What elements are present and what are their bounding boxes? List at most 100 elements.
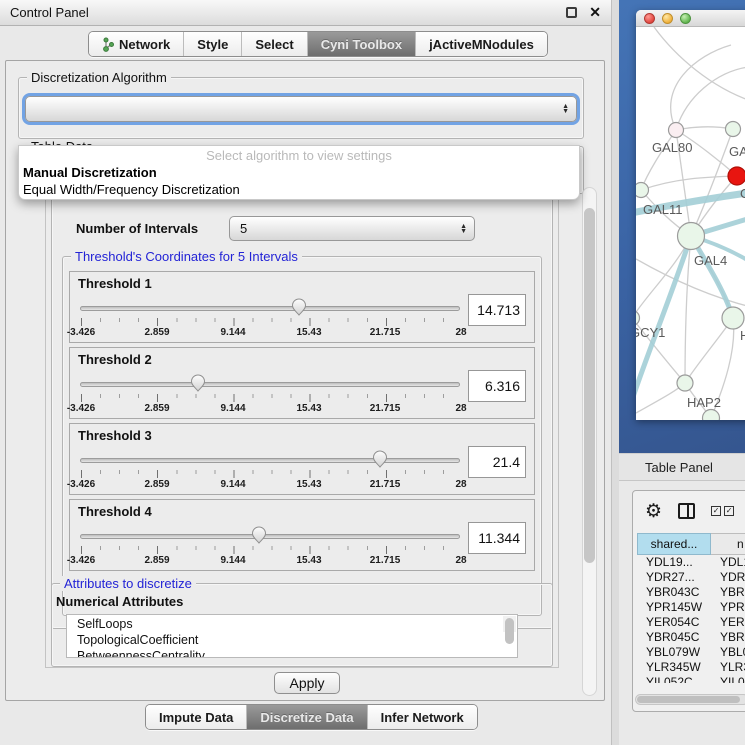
interval-definition-group: Interval Definition Number of Intervals … (51, 193, 553, 629)
select-columns-icon[interactable]: ✓ ✓ (711, 506, 734, 516)
number-of-intervals-combo[interactable]: 5 ▲▼ (229, 216, 475, 241)
column-header-name[interactable]: n (711, 533, 745, 555)
network-node[interactable] (726, 122, 741, 137)
cell-name[interactable]: YPR1 (711, 600, 745, 615)
tab-style[interactable]: Style (184, 32, 242, 56)
cell-name[interactable]: YBR0 (711, 585, 745, 600)
network-node-hap2[interactable] (677, 375, 693, 391)
slider-track[interactable] (80, 534, 460, 539)
table-row[interactable]: YDR27...YDR2 (637, 570, 745, 585)
network-node-gal80[interactable] (669, 123, 684, 138)
slider-track[interactable] (80, 306, 460, 311)
table-horizontal-scrollbar-thumb[interactable] (637, 696, 740, 703)
close-traffic-light-icon[interactable] (644, 13, 655, 24)
tab-jactivemnodules[interactable]: jActiveMNodules (416, 32, 547, 56)
attributes-scrollbar[interactable] (503, 616, 516, 632)
slider-ticks (81, 546, 462, 554)
attributes-scrollbar-thumb[interactable] (505, 618, 514, 644)
gear-icon[interactable]: ⚙ (645, 502, 662, 521)
slider-scale: -3.426 2.859 9.144 15.43 21.715 28 (81, 555, 461, 567)
cell-shared[interactable]: YBR045C (637, 630, 711, 645)
table-row[interactable]: YBR043CYBR0 (637, 585, 745, 600)
cell-shared[interactable]: YER054C (637, 615, 711, 630)
tab-impute-data[interactable]: Impute Data (146, 705, 247, 729)
network-node-gcy1[interactable] (636, 311, 640, 326)
threshold-4-slider[interactable]: -3.426 2.859 9.144 15.43 21.715 28 (80, 524, 460, 568)
threshold-1-panel: Threshold 1 -3.426 2.859 9.144 15.43 21 (69, 271, 535, 343)
threshold-2-slider[interactable]: -3.426 2.859 9.144 15.43 21.715 28 (80, 372, 460, 416)
cell-name[interactable]: YIL0 (711, 675, 745, 683)
network-window[interactable]: GAL80 GA GAL11 C GAL4 GCY1 H HAP2 (636, 10, 745, 420)
node-label: HAP2 (687, 395, 721, 410)
split-view-icon[interactable] (678, 503, 695, 519)
tab-network[interactable]: Network (89, 32, 184, 56)
cell-shared[interactable]: YDL19... (637, 555, 711, 570)
cell-shared[interactable]: YIL052C (637, 675, 711, 683)
cell-shared[interactable]: YPR145W (637, 600, 711, 615)
cell-shared[interactable]: YBL079W (637, 645, 711, 660)
network-node-selected-red[interactable] (728, 167, 745, 185)
threshold-4-value[interactable]: 11.344 (468, 522, 526, 554)
network-canvas[interactable]: GAL80 GA GAL11 C GAL4 GCY1 H HAP2 (636, 27, 745, 420)
node-label: GCY1 (636, 325, 665, 340)
tab-select[interactable]: Select (242, 32, 307, 56)
cell-name[interactable]: YBR0 (711, 630, 745, 645)
cell-name[interactable]: YDL1 (711, 555, 745, 570)
threshold-2-value[interactable]: 6.316 (468, 370, 526, 402)
minimize-traffic-light-icon[interactable] (662, 13, 673, 24)
panel-scrollbar-thumb[interactable] (584, 208, 595, 563)
slider-thumb[interactable] (291, 298, 307, 316)
table-row[interactable]: YLR345WYLR3 (637, 660, 745, 675)
apply-button[interactable]: Apply (274, 672, 340, 694)
slider-ticks (81, 394, 462, 402)
column-header-shared-name[interactable]: shared... (637, 533, 711, 555)
tab-infer-network[interactable]: Infer Network (368, 705, 477, 729)
cell-name[interactable]: YBL0 (711, 645, 745, 660)
scale-label: -3.426 (67, 479, 95, 490)
tab-discretize-data[interactable]: Discretize Data (247, 705, 367, 729)
slider-thumb[interactable] (251, 526, 267, 544)
cell-shared[interactable]: YBR043C (637, 585, 711, 600)
close-icon[interactable]: ✕ (589, 7, 601, 18)
cell-name[interactable]: YER0 (711, 615, 745, 630)
slider-thumb[interactable] (372, 450, 388, 468)
zoom-traffic-light-icon[interactable] (680, 13, 691, 24)
threshold-3-title: Threshold 3 (78, 428, 152, 443)
threshold-4-panel: Threshold 4 -3.426 2.859 9.144 15.43 21 (69, 499, 535, 571)
threshold-1-value[interactable]: 14.713 (468, 294, 526, 326)
cyni-bottom-tabbar: Impute Data Discretize Data Infer Networ… (145, 704, 478, 730)
list-item[interactable]: TopologicalCoefficient (77, 632, 517, 648)
table-row[interactable]: YBR045CYBR0 (637, 630, 745, 645)
float-window-icon[interactable] (566, 7, 577, 18)
panel-scrollbar[interactable] (582, 187, 597, 696)
network-node[interactable] (722, 307, 744, 329)
list-item[interactable]: SelfLoops (77, 616, 517, 632)
table-row[interactable]: YBL079WYBL0 (637, 645, 745, 660)
slider-thumb[interactable] (190, 374, 206, 392)
threshold-1-slider[interactable]: -3.426 2.859 9.144 15.43 21.715 28 (80, 296, 460, 340)
threshold-3-slider[interactable]: -3.426 2.859 9.144 15.43 21.715 28 (80, 448, 460, 492)
dropdown-option-manual[interactable]: Manual Discretization (19, 165, 579, 182)
cell-shared[interactable]: YDR27... (637, 570, 711, 585)
list-item[interactable]: BetweennessCentrality (77, 648, 517, 658)
cell-name[interactable]: YDR2 (711, 570, 745, 585)
slider-track[interactable] (80, 382, 460, 387)
table-row[interactable]: YIL052CYIL0 (637, 675, 745, 683)
tab-infer-network-label: Infer Network (381, 710, 464, 725)
threshold-3-value[interactable]: 21.4 (468, 446, 526, 478)
table-horizontal-scrollbar[interactable] (635, 694, 745, 705)
table-row[interactable]: YER054CYER0 (637, 615, 745, 630)
slider-track[interactable] (80, 458, 460, 463)
network-node-gal4[interactable] (678, 223, 705, 250)
network-node-gal11[interactable] (636, 183, 649, 198)
node-label: C (740, 186, 745, 201)
numerical-attributes-list[interactable]: SelfLoops TopologicalCoefficient Between… (66, 614, 518, 658)
algorithm-combo[interactable]: ▲▼ (25, 96, 577, 122)
cell-name[interactable]: YLR3 (711, 660, 745, 675)
tab-cyni-toolbox[interactable]: Cyni Toolbox (308, 32, 416, 56)
table-row[interactable]: YDL19...YDL1 (637, 555, 745, 570)
table-row[interactable]: YPR145WYPR1 (637, 600, 745, 615)
cell-shared[interactable]: YLR345W (637, 660, 711, 675)
scale-label: 15.43 (296, 403, 321, 414)
dropdown-option-equal-width[interactable]: Equal Width/Frequency Discretization (19, 182, 579, 199)
